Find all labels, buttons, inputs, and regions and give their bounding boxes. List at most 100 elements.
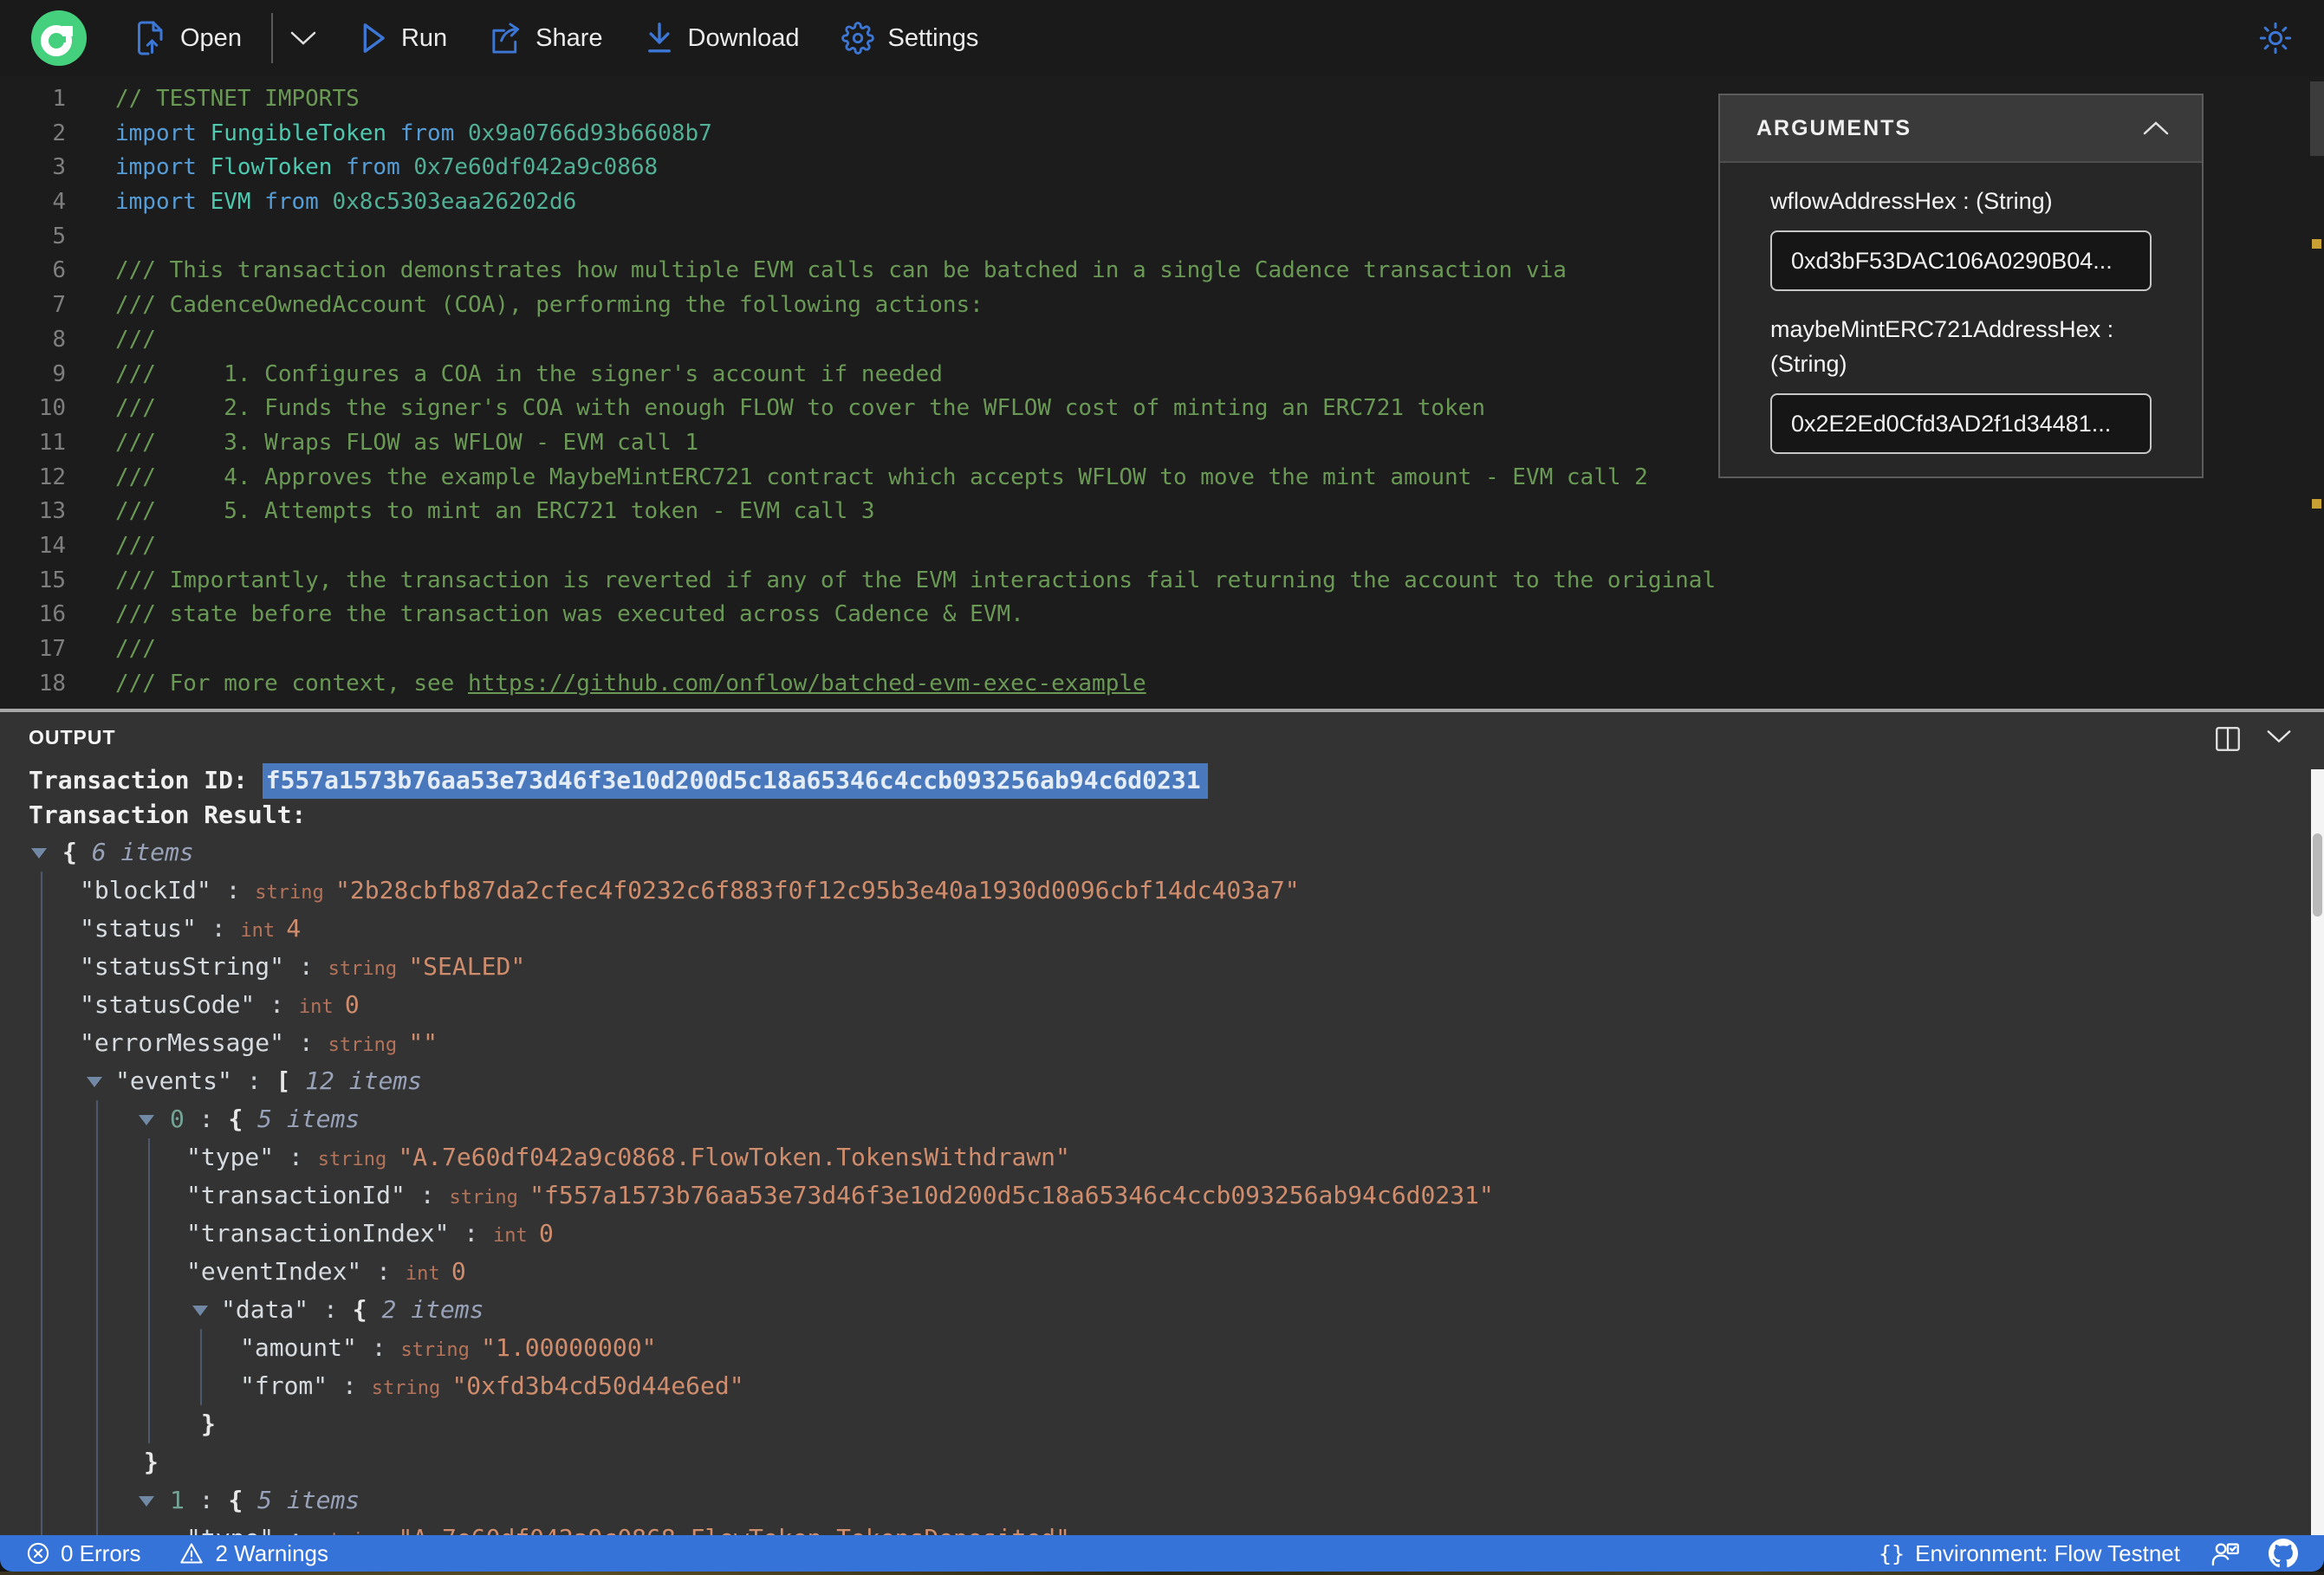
json-token: :	[328, 1371, 372, 1400]
code-token: import	[115, 189, 211, 216]
arguments-header[interactable]: ARGUMENTS	[1720, 95, 2202, 163]
code-token: 0x7e60df042a9c0868	[413, 154, 659, 181]
tree-row-content: "statusString" : string "SEALED"	[0, 948, 2324, 988]
code-token: FlowToken	[210, 154, 347, 181]
code-line: 17 ///	[0, 632, 2324, 667]
argument-input-wflow[interactable]	[1770, 230, 2152, 291]
share-label: Share	[536, 23, 603, 52]
line-number: 2	[52, 120, 66, 146]
code-link[interactable]: https://github.com/onflow/batched-evm-ex…	[468, 671, 1146, 697]
line-number: 9	[52, 360, 66, 387]
output-tree-row: "errorMessage" : string ""	[0, 1024, 2324, 1062]
code-token: /// 3. Wraps FLOW as WFLOW - EVM call 1	[115, 429, 699, 456]
tree-row-content: "amount" : string "1.00000000"	[0, 1329, 2324, 1370]
code-text: /// 3. Wraps FLOW as WFLOW - EVM call 1	[115, 426, 698, 461]
open-label: Open	[180, 23, 242, 52]
output-scrollbar-track[interactable]	[2311, 769, 2324, 1535]
code-text: /// Importantly, the transaction is reve…	[115, 564, 1716, 599]
code-text: import FlowToken from 0x7e60df042a9c0868	[115, 151, 658, 185]
download-button[interactable]: Download	[645, 22, 800, 55]
share-button[interactable]: Share	[489, 22, 603, 55]
json-type-label: int	[405, 1263, 451, 1285]
code-token: 0x9a0766d93b6608b7	[468, 120, 712, 146]
output-tree-row: "from" : string "0xfd3b4cd50d44e6ed"	[0, 1367, 2324, 1405]
download-label: Download	[687, 23, 800, 52]
code-text: ///	[115, 632, 156, 667]
output-scrollbar-thumb[interactable]	[2313, 833, 2322, 917]
environment-status[interactable]: {} Environment: Flow Testnet	[1879, 1540, 2180, 1567]
output-tree-row: "events" : [ 12 items	[0, 1062, 2324, 1100]
feedback-person-icon[interactable]	[2210, 1540, 2239, 1566]
json-value: "f557a1573b76aa53e73d46f3e10d200d5c18a65…	[529, 1181, 1494, 1209]
output-tree-row: }	[0, 1405, 2324, 1443]
json-value: "1.00000000"	[481, 1333, 657, 1362]
json-key: "type"	[186, 1524, 274, 1535]
json-key: "from"	[240, 1371, 328, 1400]
output-tree-row: "blockId" : string "2b28cbfb87da2cfec4f0…	[0, 872, 2324, 910]
json-token: :	[196, 914, 241, 943]
error-circle-icon	[26, 1541, 50, 1565]
code-text: ///	[115, 323, 156, 358]
tree-row-content: "errorMessage" : string ""	[0, 1024, 2324, 1065]
run-label: Run	[400, 23, 448, 52]
code-token: from	[264, 189, 333, 216]
code-token: from	[346, 154, 414, 181]
open-button[interactable]: Open	[135, 21, 242, 55]
collapse-triangle-icon[interactable]	[139, 1496, 154, 1507]
line-number: 15	[38, 567, 66, 593]
collapse-triangle-icon[interactable]	[87, 1077, 102, 1087]
run-button[interactable]: Run	[360, 23, 447, 54]
items-count: 5 items	[243, 1486, 360, 1514]
settings-button[interactable]: Settings	[841, 22, 978, 55]
json-bracket: }	[201, 1410, 216, 1438]
warnings-status[interactable]: 2 Warnings	[179, 1540, 328, 1567]
json-token: :	[274, 1143, 318, 1171]
collapse-chevron-icon[interactable]	[2141, 120, 2171, 137]
flow-logo[interactable]	[31, 10, 87, 66]
run-play-icon	[360, 23, 387, 54]
code-text: // TESTNET IMPORTS	[115, 82, 360, 117]
warnings-count: 2 Warnings	[215, 1539, 329, 1566]
json-token: :	[255, 990, 299, 1019]
tree-row-content: "transactionId" : string "f557a1573b76aa…	[0, 1176, 2324, 1217]
collapse-triangle-icon[interactable]	[139, 1115, 154, 1125]
open-file-icon	[135, 21, 166, 55]
tree-row-content: "type" : string "A.7e60df042a9c0868.Flow…	[0, 1520, 2324, 1535]
github-icon[interactable]	[2269, 1539, 2298, 1568]
share-icon	[489, 22, 522, 55]
json-token: :	[184, 1105, 229, 1133]
code-line: 14 ///	[0, 529, 2324, 564]
argument-label-maybemint: maybeMintERC721AddressHex : (String)	[1770, 316, 2114, 377]
json-key: "statusCode"	[80, 990, 256, 1019]
output-tree-row: "statusString" : string "SEALED"	[0, 948, 2324, 986]
json-key: "eventIndex"	[186, 1257, 362, 1286]
output-tree-row: "type" : string "A.7e60df042a9c0868.Flow…	[0, 1138, 2324, 1176]
line-number: 11	[38, 429, 66, 456]
code-line: 18 /// For more context, see https://gith…	[0, 667, 2324, 702]
json-key: "blockId"	[80, 876, 211, 904]
output-tree: { 6 items "blockId" : string "2b28cbfb87d…	[0, 712, 2324, 1535]
json-token: :	[284, 952, 328, 981]
collapse-triangle-icon[interactable]	[192, 1306, 208, 1316]
json-type-label: int	[298, 996, 345, 1018]
output-tree-row: { 6 items	[0, 833, 2324, 872]
line-number: 3	[52, 154, 66, 181]
argument-input-maybemint[interactable]	[1770, 393, 2152, 454]
code-line: 13 /// 5. Attempts to mint an ERC721 toke…	[0, 495, 2324, 529]
json-key: "transactionIndex"	[186, 1219, 450, 1248]
json-bracket: {	[228, 1486, 243, 1514]
errors-status[interactable]: 0 Errors	[26, 1540, 140, 1567]
items-count: 6 items	[76, 838, 194, 866]
json-key: "data"	[221, 1295, 309, 1324]
tree-row-content: { 6 items	[0, 833, 2324, 872]
json-token: :	[308, 1295, 353, 1324]
toolbar: Open Run Share Download Settings	[0, 0, 2324, 76]
line-number: 4	[52, 189, 66, 216]
theme-toggle-sun-icon[interactable]	[2258, 21, 2293, 55]
json-key: 1	[170, 1486, 185, 1514]
json-value: "A.7e60df042a9c0868.FlowToken.TokensWith…	[398, 1143, 1070, 1171]
tree-row-content: "status" : int 4	[0, 910, 2324, 950]
open-dropdown-chevron-icon[interactable]	[289, 29, 318, 47]
editor-scrollbar-thumb[interactable]	[2310, 81, 2324, 156]
collapse-triangle-icon[interactable]	[31, 848, 47, 859]
